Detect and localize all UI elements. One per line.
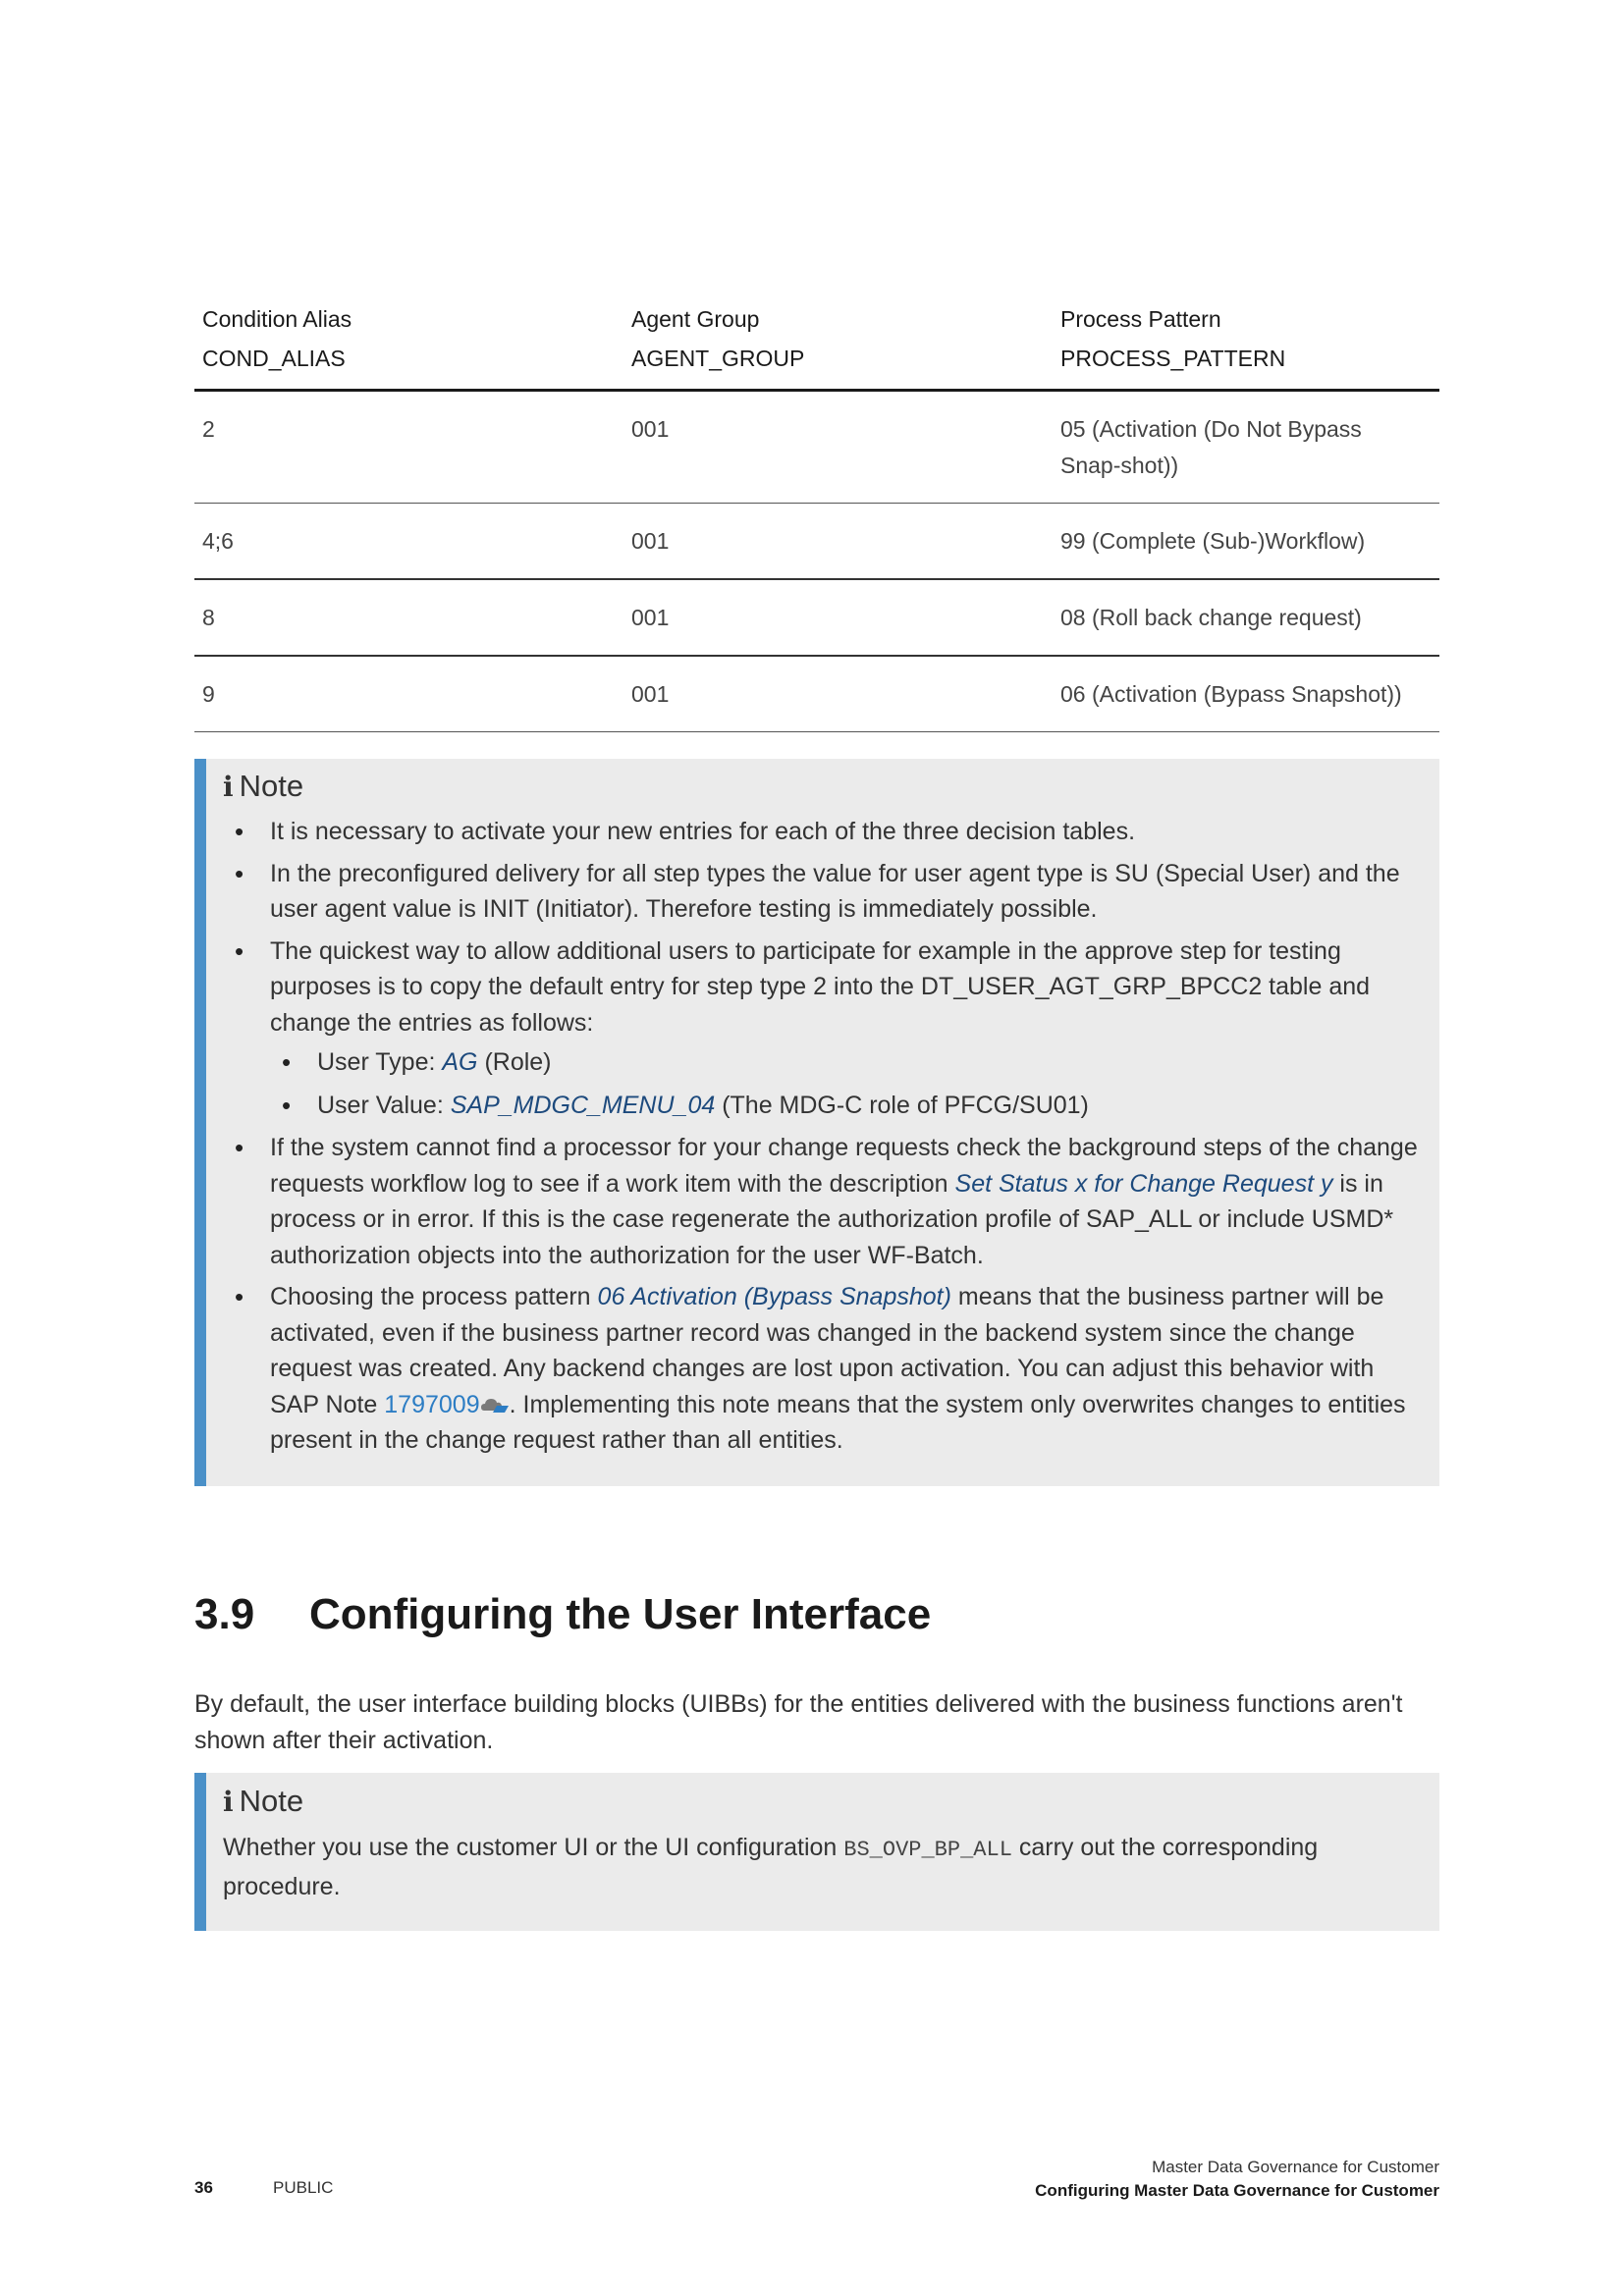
cell: 2 <box>194 390 623 504</box>
footer-left: 36 PUBLIC <box>194 2178 333 2198</box>
cell: 06 (Activation (Bypass Snapshot)) <box>1053 656 1439 732</box>
sub-list: User Type: AG (Role) User Value: SAP_MDG… <box>270 1044 1422 1123</box>
cell: 99 (Complete (Sub-)Workflow) <box>1053 503 1439 580</box>
list-item: The quickest way to allow additional use… <box>235 934 1422 1124</box>
list-item: It is necessary to activate your new ent… <box>235 814 1422 850</box>
section-body: By default, the user interface building … <box>194 1686 1439 1931</box>
table-row: 2 001 05 (Activation (Do Not Bypass Snap… <box>194 390 1439 504</box>
code-ui-config: BS_OVP_BP_ALL <box>843 1838 1012 1862</box>
list-item-text: The quickest way to allow additional use… <box>270 936 1371 1037</box>
cell: 4;6 <box>194 503 623 580</box>
note-label: Note <box>239 1784 304 1818</box>
col-field-cond-alias: COND_ALIAS <box>194 346 623 392</box>
note-list: It is necessary to activate your new ent… <box>223 814 1422 1459</box>
decision-table: Condition Alias Agent Group Process Patt… <box>194 294 1439 732</box>
cell: 001 <box>623 579 1053 657</box>
footer-right: Master Data Governance for Customer Conf… <box>1035 2156 1439 2203</box>
note-box: iNote It is necessary to activate your n… <box>194 759 1439 1486</box>
link-process-pattern[interactable]: 06 Activation (Bypass Snapshot) <box>598 1283 951 1310</box>
cell: 8 <box>194 579 623 657</box>
col-header-condition-alias: Condition Alias <box>202 306 352 332</box>
cell: 001 <box>623 656 1053 732</box>
list-item: In the preconfigured delivery for all st… <box>235 856 1422 928</box>
link-sap-mdgc-menu[interactable]: SAP_MDGC_MENU_04 <box>451 1092 716 1119</box>
info-icon: i <box>223 771 234 803</box>
text: Whether you use the customer UI or the U… <box>223 1834 844 1861</box>
info-icon: i <box>223 1786 234 1818</box>
page-content: Condition Alias Agent Group Process Patt… <box>194 294 1439 1486</box>
note-title: i Note <box>223 1783 1422 1820</box>
list-item: If the system cannot find a processor fo… <box>235 1130 1422 1273</box>
text: (The MDG-C role of PFCG/SU01) <box>715 1091 1089 1119</box>
col-field-process-pattern: PROCESS_PATTERN <box>1053 346 1439 392</box>
cell: 05 (Activation (Do Not Bypass Snap-shot)… <box>1053 390 1439 504</box>
page-number: 36 <box>194 2178 213 2197</box>
sub-list-item: User Value: SAP_MDGC_MENU_04 (The MDG-C … <box>282 1088 1422 1124</box>
cell: 001 <box>623 503 1053 580</box>
col-header-process-pattern: Process Pattern <box>1060 306 1221 332</box>
paragraph: By default, the user interface building … <box>194 1690 1403 1754</box>
table-row: 8 001 08 (Roll back change request) <box>194 579 1439 657</box>
text: User Value: <box>317 1091 451 1119</box>
text: User Type: <box>317 1048 443 1076</box>
external-link-icon[interactable] <box>480 1397 510 1415</box>
text: Choosing the process pattern <box>270 1283 598 1310</box>
classification: PUBLIC <box>273 2178 334 2197</box>
list-item: Choosing the process pattern 06 Activati… <box>235 1279 1422 1459</box>
section-title: Configuring the User Interface <box>309 1590 932 1638</box>
section-number: 3.9 <box>194 1590 255 1638</box>
footer-chapter: Configuring Master Data Governance for C… <box>1035 2181 1439 2200</box>
col-field-agent-group: AGENT_GROUP <box>623 346 1053 392</box>
note-title: i Note <box>223 769 1422 804</box>
footer-doc-title: Master Data Governance for Customer <box>1152 2158 1439 2176</box>
table-row: 4;6 001 99 (Complete (Sub-)Workflow) <box>194 503 1439 580</box>
link-set-status[interactable]: Set Status x for Change Request y <box>955 1170 1333 1198</box>
table-row: 9 001 06 (Activation (Bypass Snapshot)) <box>194 656 1439 732</box>
sub-list-item: User Type: AG (Role) <box>282 1044 1422 1081</box>
link-ag[interactable]: AG <box>442 1048 477 1076</box>
section-heading: 3.9 Configuring the User Interface <box>194 1590 931 1639</box>
cell: 9 <box>194 656 623 732</box>
note-box: i Note Whether you use the customer UI or… <box>194 1773 1439 1931</box>
note-label: Note <box>239 769 304 803</box>
link-sap-note[interactable]: 1797009 <box>384 1391 479 1418</box>
note-text: Whether you use the customer UI or the U… <box>223 1830 1422 1904</box>
cell: 08 (Roll back change request) <box>1053 579 1439 657</box>
cell: 001 <box>623 390 1053 504</box>
col-header-agent-group: Agent Group <box>631 306 760 332</box>
text: (Role) <box>477 1048 552 1076</box>
